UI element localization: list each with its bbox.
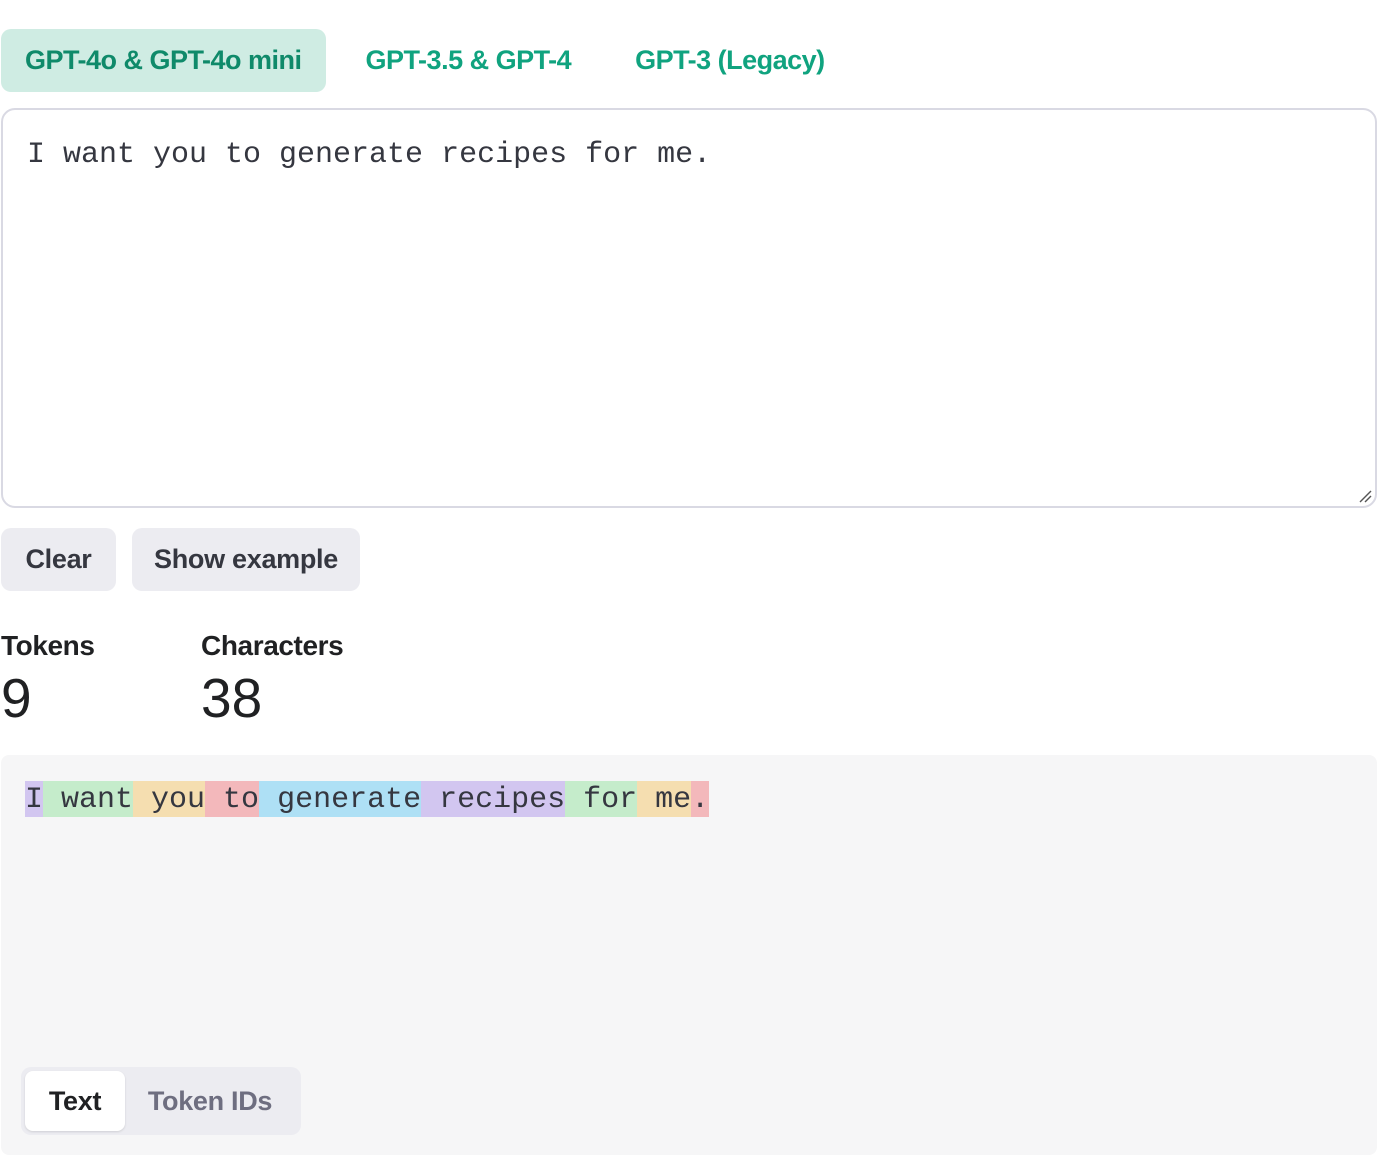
tokens-stat: Tokens 9 (1, 630, 95, 728)
clear-button[interactable]: Clear (1, 528, 116, 591)
token-chip: for (565, 781, 638, 817)
token-chip: me (637, 781, 692, 817)
characters-stat: Characters 38 (201, 630, 344, 729)
text-view-button[interactable]: Text (25, 1071, 125, 1131)
tokens-label: Tokens (1, 630, 95, 661)
show-example-button[interactable]: Show example (132, 528, 360, 591)
model-tabs: GPT-4o & GPT-4o mini GPT-3.5 & GPT-4 GPT… (1, 29, 865, 92)
prompt-textarea[interactable]: I want you to generate recipes for me. (1, 108, 1377, 508)
resize-handle-icon[interactable] (1358, 489, 1372, 503)
tab-gpt-4o[interactable]: GPT-4o & GPT-4o mini (1, 29, 326, 92)
token-chip: want (43, 781, 134, 817)
token-chip: I (25, 781, 44, 817)
characters-label: Characters (201, 630, 344, 661)
view-toggle: Text Token IDs (21, 1067, 301, 1135)
token-chip: recipes (421, 781, 566, 817)
tab-gpt-3-5-gpt-4[interactable]: GPT-3.5 & GPT-4 (342, 29, 596, 92)
token-chip: generate (259, 781, 422, 817)
characters-count: 38 (201, 667, 263, 729)
token-chip: you (133, 781, 206, 817)
token-chip: . (691, 781, 710, 817)
prompt-text[interactable]: I want you to generate recipes for me. (27, 138, 711, 172)
token-chip: to (205, 781, 260, 817)
tokens-count: 9 (1, 667, 32, 729)
token-ids-view-button[interactable]: Token IDs (125, 1071, 295, 1131)
tokenized-output-panel: I want you to generate recipes for me. T… (1, 755, 1377, 1155)
token-highlights: I want you to generate recipes for me. (25, 781, 710, 817)
tab-gpt-3-legacy[interactable]: GPT-3 (Legacy) (611, 29, 849, 92)
